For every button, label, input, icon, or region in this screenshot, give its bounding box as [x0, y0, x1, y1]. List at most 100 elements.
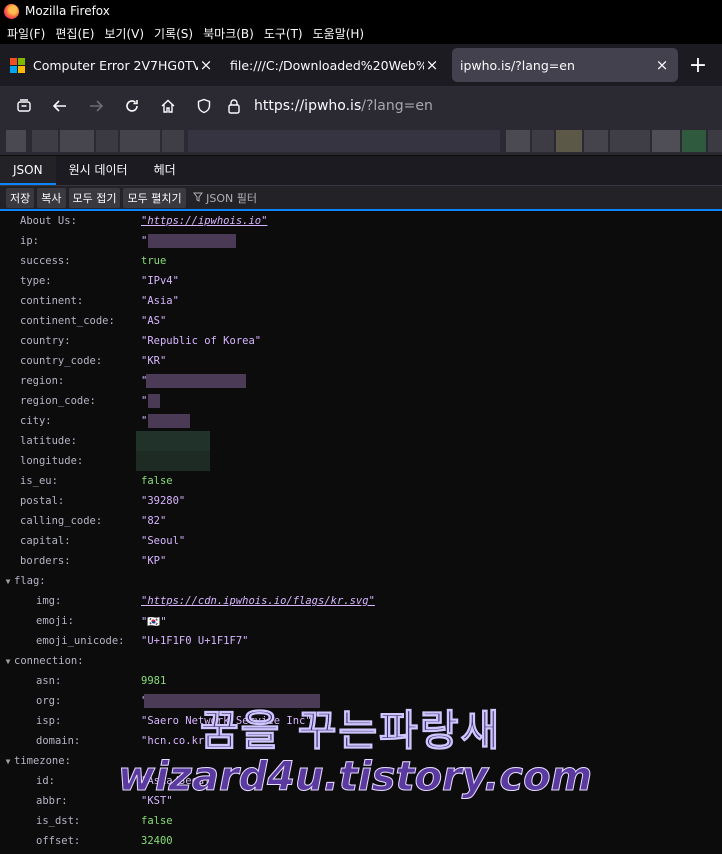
bookmark-item[interactable] [682, 130, 706, 152]
triangle-down-icon[interactable]: ▼ [2, 657, 14, 666]
bookmarks-toolbar [0, 126, 722, 156]
json-key: continent_code: [20, 315, 115, 327]
bookmark-item[interactable] [506, 130, 530, 152]
close-icon[interactable]: × [654, 56, 670, 74]
json-value: "Seoul" [141, 535, 186, 547]
json-value-link[interactable]: "https://ipwhois.io" [141, 215, 267, 227]
back-button[interactable] [42, 91, 78, 121]
tab-title: file:///C:/Downloaded%20Web%20 [230, 57, 424, 73]
firefox-logo-icon [4, 3, 19, 19]
tab-computer-error[interactable]: Computer Error 2V7HG0TVB × [2, 48, 222, 82]
json-value: "39280" [141, 495, 186, 507]
bookmark-item[interactable] [708, 130, 722, 152]
json-row: longitude: [0, 451, 722, 471]
shield-icon [197, 98, 211, 114]
json-key: emoji: [36, 615, 74, 627]
bookmark-item[interactable] [652, 130, 680, 152]
json-row: continent_code: "AS" [0, 311, 722, 331]
menu-file[interactable]: 파일(F) [2, 25, 50, 42]
bookmark-item[interactable] [162, 130, 184, 152]
tab-local-file[interactable]: file:///C:/Downloaded%20Web%20 × [222, 48, 448, 82]
bookmark-item[interactable] [96, 130, 118, 152]
close-icon[interactable]: × [198, 56, 214, 74]
json-section-row[interactable]: ▼ flag: [0, 571, 722, 591]
microsoft-logo-icon [10, 57, 25, 73]
tab-title: Computer Error 2V7HG0TVB [33, 57, 198, 73]
json-row: is_eu: false [0, 471, 722, 491]
menu-tools[interactable]: 도구(T) [259, 25, 308, 42]
bookmark-item[interactable] [32, 130, 58, 152]
tab-title: ipwho.is/?lang=en [460, 57, 575, 73]
url-bar[interactable]: https://ipwho.is/?lang=en [186, 90, 716, 122]
json-key: flag: [14, 575, 46, 587]
json-key: calling_code: [20, 515, 103, 527]
json-row: country_code: "KR" [0, 351, 722, 371]
json-key: capital: [20, 535, 71, 547]
tracking-protection-button[interactable] [186, 91, 222, 121]
json-value: " [141, 395, 148, 407]
tab-raw-data[interactable]: 원시 데이터 [56, 155, 141, 185]
bookmark-item[interactable] [6, 130, 26, 152]
json-value: " [141, 415, 148, 427]
json-key: id: [36, 775, 55, 787]
json-value: " [141, 235, 148, 247]
collapse-all-button[interactable]: 모두 접기 [68, 187, 121, 208]
arrow-left-icon [52, 100, 66, 112]
json-key: type: [20, 275, 52, 287]
expand-all-button[interactable]: 모두 펼치기 [123, 187, 186, 208]
close-icon[interactable]: × [424, 56, 440, 74]
save-button[interactable]: 저장 [6, 187, 35, 208]
bookmark-item[interactable] [610, 130, 650, 152]
tab-headers[interactable]: 헤더 [141, 155, 189, 185]
menu-help[interactable]: 도움말(H) [308, 25, 370, 42]
json-toolbar: 저장 복사 모두 접기 모두 펼치기 JSON 필터 [0, 186, 722, 211]
redacted-block [148, 234, 236, 248]
copy-button[interactable]: 복사 [37, 187, 66, 208]
url-host: https://ipwho.is [254, 98, 362, 114]
json-section-row[interactable]: ▼ connection: [0, 651, 722, 671]
triangle-down-icon[interactable]: ▼ [2, 577, 14, 586]
json-key: connection: [14, 655, 84, 667]
menu-bookmarks[interactable]: 북마크(B) [198, 25, 259, 42]
json-value: "U+1F1F0 U+1F1F7" [141, 635, 249, 647]
json-row: city: " [0, 411, 722, 431]
json-key: continent: [20, 295, 84, 307]
bookmark-item[interactable] [188, 130, 500, 152]
new-tab-button[interactable]: + [678, 53, 718, 78]
forward-button[interactable] [78, 91, 114, 121]
tab-bar: Computer Error 2V7HG0TVB × file:///C:/Do… [0, 44, 722, 86]
bookmark-item[interactable] [584, 130, 608, 152]
json-filter-input[interactable]: JSON 필터 [192, 190, 257, 206]
json-value-link[interactable]: "https://cdn.ipwhois.io/flags/kr.svg" [141, 595, 375, 607]
firefox-view-button[interactable] [6, 91, 42, 121]
url-text: https://ipwho.is/?lang=en [254, 98, 433, 114]
triangle-down-icon[interactable]: ▼ [2, 757, 14, 766]
json-row: latitude: [0, 431, 722, 451]
arrow-right-icon [90, 100, 104, 112]
menu-edit[interactable]: 편집(E) [50, 25, 99, 42]
site-info-button[interactable] [222, 91, 246, 121]
reload-button[interactable] [114, 91, 150, 121]
url-path: /?lang=en [361, 98, 433, 114]
watermark-korean: 꿈을 꾸는파랑새 [199, 706, 502, 756]
home-button[interactable] [150, 91, 186, 121]
json-row: img: "https://cdn.ipwhois.io/flags/kr.svg… [0, 591, 722, 611]
reload-icon [126, 100, 138, 112]
bookmark-item[interactable] [556, 130, 582, 152]
tab-json[interactable]: JSON [0, 155, 56, 185]
json-row: ip: " [0, 231, 722, 251]
json-key: org: [36, 695, 62, 707]
lock-icon [228, 99, 240, 114]
menu-history[interactable]: 기록(S) [149, 25, 198, 42]
json-key: country: [20, 335, 71, 347]
bookmark-item[interactable] [60, 130, 94, 152]
redacted-block [148, 414, 190, 428]
bookmark-item[interactable] [532, 130, 554, 152]
json-row: offset: 32400 [0, 831, 722, 851]
json-value: "KP" [141, 555, 167, 567]
json-row: region: " [0, 371, 722, 391]
bookmark-item[interactable] [120, 130, 160, 152]
menu-view[interactable]: 보기(V) [99, 25, 149, 42]
tab-ipwhois[interactable]: ipwho.is/?lang=en × [452, 48, 678, 82]
json-row: type: "IPv4" [0, 271, 722, 291]
